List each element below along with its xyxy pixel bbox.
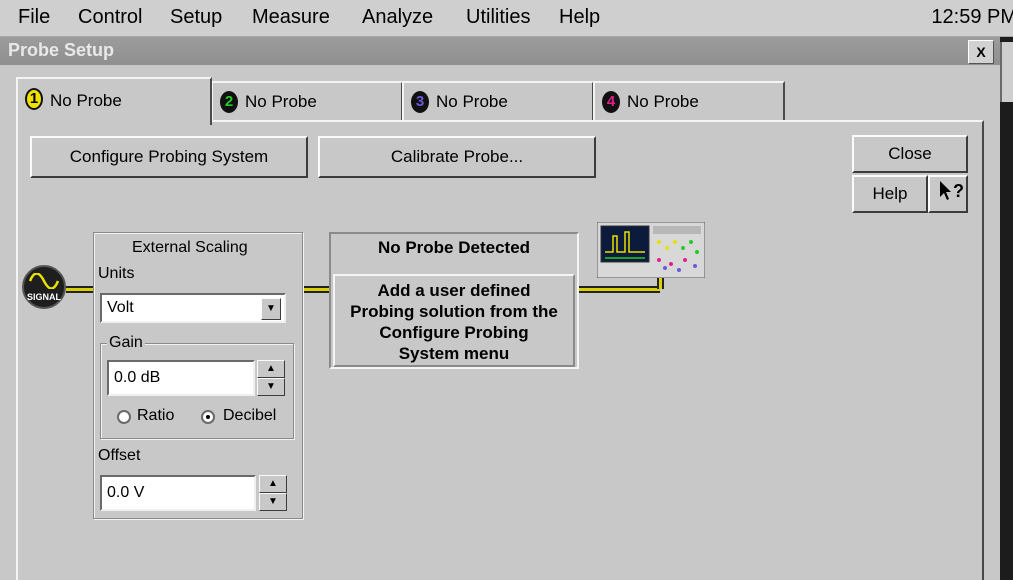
offset-label: Offset — [98, 447, 141, 464]
menu-bar: File Control Setup Measure Analyze Utili… — [0, 0, 1013, 37]
menu-setup[interactable]: Setup — [170, 6, 222, 29]
external-scaling-group: External Scaling Units Volt ▼ Gain 0.0 d… — [93, 232, 303, 519]
background-window-edge — [1000, 37, 1013, 580]
probe-status-box: No Probe Detected Add a user defined Pro… — [329, 232, 579, 369]
gain-input[interactable]: 0.0 dB — [107, 360, 255, 396]
channel-1-icon: 1 — [25, 88, 43, 110]
scaling-wire — [302, 286, 330, 293]
chevron-down-icon[interactable]: ▼ — [261, 298, 281, 320]
signal-source: SIGNAL — [22, 265, 66, 309]
tab-label: No Probe — [245, 92, 317, 111]
sine-wave-icon — [28, 272, 60, 294]
increment-icon[interactable]: ▲ — [259, 475, 287, 493]
tab-channel-1[interactable]: 1 No Probe — [16, 77, 212, 125]
help-question-mark: ? — [953, 181, 964, 201]
units-label: Units — [98, 265, 135, 282]
gain-stepper[interactable]: ▲ ▼ — [257, 360, 285, 396]
menu-file[interactable]: File — [18, 6, 50, 29]
pointer-question-icon: ? — [936, 181, 968, 208]
ratio-radio[interactable] — [117, 410, 131, 424]
tab-channel-2[interactable]: 2 No Probe — [211, 81, 403, 121]
tab-channel-4[interactable]: 4 No Probe — [593, 81, 785, 121]
channel-2-icon: 2 — [220, 91, 238, 113]
tab-label: No Probe — [50, 91, 122, 110]
menu-analyze[interactable]: Analyze — [362, 6, 433, 29]
window-close-button[interactable]: X — [968, 40, 994, 64]
oscilloscope-icon — [596, 221, 706, 279]
window-title: Probe Setup — [8, 40, 115, 60]
gain-value: 0.0 dB — [114, 369, 161, 386]
background-window-frame — [1000, 42, 1013, 102]
decrement-icon[interactable]: ▼ — [257, 378, 285, 396]
ratio-label: Ratio — [137, 407, 175, 424]
units-value: Volt — [107, 299, 134, 316]
menu-utilities[interactable]: Utilities — [466, 6, 530, 29]
offset-stepper[interactable]: ▲ ▼ — [259, 475, 287, 511]
signal-wire — [66, 286, 94, 293]
help-button[interactable]: Help — [852, 175, 928, 213]
close-button[interactable]: Close — [852, 135, 968, 173]
signal-label: SIGNAL — [26, 292, 61, 302]
channel-4-icon: 4 — [602, 91, 620, 113]
gain-label: Gain — [107, 334, 145, 352]
menu-control[interactable]: Control — [78, 6, 142, 29]
increment-icon[interactable]: ▲ — [257, 360, 285, 378]
menu-help[interactable]: Help — [559, 6, 600, 29]
decibel-label: Decibel — [223, 407, 277, 424]
decrement-icon[interactable]: ▼ — [259, 493, 287, 511]
context-help-button[interactable]: ? — [928, 175, 968, 213]
menu-measure[interactable]: Measure — [252, 6, 330, 29]
title-bar[interactable]: Probe Setup X — [0, 37, 1000, 65]
units-select[interactable]: Volt ▼ — [100, 293, 286, 323]
external-scaling-title: External Scaling — [132, 239, 248, 256]
gain-group: Gain 0.0 dB ▲ ▼ Ratio Decibel — [100, 334, 294, 439]
calibrate-probe-button[interactable]: Calibrate Probe... — [318, 136, 596, 178]
decibel-radio[interactable] — [201, 410, 215, 424]
tab-label: No Probe — [436, 92, 508, 111]
clock: 12:59 PM — [931, 6, 1013, 28]
tab-channel-3[interactable]: 3 No Probe — [402, 81, 594, 121]
close-icon: X — [976, 44, 986, 60]
probe-status-title: No Probe Detected — [377, 238, 531, 257]
probe-status-message: Add a user defined Probing solution from… — [333, 274, 575, 367]
offset-value: 0.0 V — [107, 484, 145, 501]
configure-probing-system-button[interactable]: Configure Probing System — [30, 136, 308, 178]
channel-3-icon: 3 — [411, 91, 429, 113]
probe-wire — [578, 286, 660, 293]
tab-label: No Probe — [627, 92, 699, 111]
offset-input[interactable]: 0.0 V — [100, 475, 256, 511]
